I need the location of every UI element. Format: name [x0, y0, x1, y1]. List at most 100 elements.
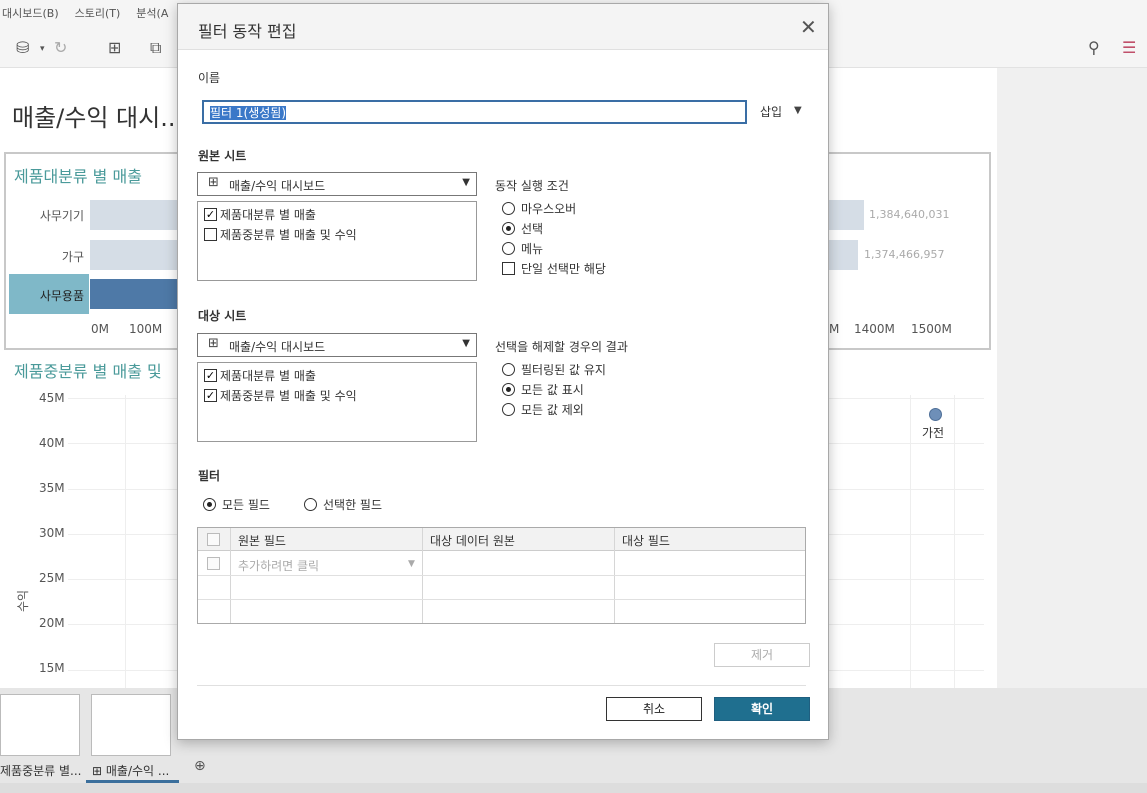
- checkbox-checked[interactable]: ✓: [204, 369, 217, 382]
- target-item-2[interactable]: ✓ 제품중분류 별 매출 및 수익: [204, 387, 357, 404]
- option-label: 선택한 필드: [323, 498, 383, 512]
- clear-selection-label: 선택을 해제할 경우의 결과: [495, 340, 628, 354]
- y-tick: 45M: [39, 391, 65, 405]
- source-item-label: 제품대분류 별 매출: [220, 208, 316, 222]
- x-tick: 1500M: [911, 322, 952, 336]
- cancel-button[interactable]: 취소: [606, 697, 702, 721]
- dashboard-tab-label[interactable]: ⊞ 매출/수익 ...: [92, 762, 169, 779]
- source-sheet-select[interactable]: ⊞ 매출/수익 대시보드 ▼: [197, 172, 477, 196]
- target-item-1[interactable]: ✓ 제품대분류 별 매출: [204, 367, 316, 384]
- name-value: 필터 1(생성됨): [210, 106, 287, 120]
- option-label: 모든 값 표시: [521, 383, 584, 397]
- header-target-datasource: 대상 데이터 원본: [430, 534, 515, 548]
- bar-label-office-machines: 사무기기: [39, 209, 84, 223]
- chevron-down-icon: ▼: [462, 177, 470, 188]
- target-sheet-list: ✓ 제품대분류 별 매출 ✓ 제품중분류 별 매출 및 수익: [197, 362, 477, 442]
- filter-section-label: 필터: [198, 469, 221, 483]
- option-label: 메뉴: [521, 242, 544, 256]
- bar-value-office-machines: 1,384,640,031: [869, 208, 950, 221]
- option-label: 필터링된 값 유지: [521, 363, 606, 377]
- checkbox-checked[interactable]: ✓: [204, 208, 217, 221]
- target-sheet-label: 대상 시트: [198, 309, 247, 323]
- radio-button-selected[interactable]: [502, 383, 515, 396]
- gridline: [910, 395, 911, 688]
- filter-selected-fields[interactable]: 선택한 필드: [304, 496, 382, 513]
- clear-show-all[interactable]: 모든 값 표시: [502, 381, 584, 398]
- menu-analysis[interactable]: 분석(A: [136, 5, 168, 21]
- zone1-title: 제품대분류 별 매출: [14, 167, 142, 186]
- checkbox-unchecked[interactable]: [502, 262, 515, 275]
- header-source-field: 원본 필드: [238, 534, 286, 548]
- chevron-down-icon[interactable]: ▾: [40, 44, 45, 54]
- grid-row-divider: [198, 599, 805, 600]
- radio-button[interactable]: [502, 242, 515, 255]
- y-tick: 15M: [39, 661, 65, 675]
- target-sheet-select[interactable]: ⊞ 매출/수익 대시보드 ▼: [197, 333, 477, 357]
- radio-button-selected[interactable]: [502, 222, 515, 235]
- source-sheet-value: 매출/수익 대시보드: [229, 179, 326, 193]
- y-tick: 25M: [39, 571, 65, 585]
- menu-dashboard[interactable]: 대시보드(B): [2, 5, 59, 21]
- datasource-icon[interactable]: ⛁: [16, 38, 29, 57]
- menu-story[interactable]: 스토리(T): [75, 5, 121, 21]
- source-sheet-list: ✓ 제품대분류 별 매출 제품중분류 별 매출 및 수익: [197, 201, 477, 281]
- grid-row-divider: [198, 575, 805, 576]
- radio-button[interactable]: [502, 202, 515, 215]
- source-item-1[interactable]: ✓ 제품대분류 별 매출: [204, 206, 316, 223]
- new-dashboard-icon[interactable]: ⊕: [194, 758, 206, 774]
- header-target-field: 대상 필드: [622, 534, 670, 548]
- insert-button[interactable]: 삽입: [760, 103, 782, 120]
- name-input[interactable]: 필터 1(생성됨): [202, 100, 747, 124]
- bar-office-supplies[interactable]: [90, 279, 178, 309]
- gridline: [125, 395, 126, 688]
- select-all-checkbox[interactable]: [207, 533, 220, 546]
- refresh-icon[interactable]: ↻: [54, 38, 67, 57]
- clear-keep-filtered[interactable]: 필터링된 값 유지: [502, 361, 606, 378]
- y-tick: 40M: [39, 436, 65, 450]
- source-item-label: 제품중분류 별 매출 및 수익: [220, 228, 357, 242]
- target-item-label: 제품중분류 별 매출 및 수익: [220, 389, 357, 403]
- radio-button-selected[interactable]: [203, 498, 216, 511]
- run-on-hover[interactable]: 마우스오버: [502, 200, 576, 217]
- radio-button[interactable]: [304, 498, 317, 511]
- zone2-title: 제품중분류 별 매출 및: [14, 362, 162, 381]
- add-field-placeholder[interactable]: 추가하려면 클릭: [238, 557, 319, 574]
- radio-button[interactable]: [502, 403, 515, 416]
- duplicate-icon[interactable]: ⧉: [150, 38, 161, 58]
- ok-button[interactable]: 확인: [714, 697, 810, 721]
- name-label: 이름: [198, 71, 221, 85]
- source-item-2[interactable]: 제품중분류 별 매출 및 수익: [204, 226, 357, 243]
- clear-exclude-all[interactable]: 모든 값 제외: [502, 401, 584, 418]
- x-tick: 0M: [91, 322, 109, 336]
- radio-button[interactable]: [502, 363, 515, 376]
- sheet-tab-label[interactable]: 제품중분류 별...: [0, 762, 82, 779]
- scatter-point[interactable]: [929, 408, 942, 421]
- x-tick: 1400M: [854, 322, 895, 336]
- checkbox-unchecked[interactable]: [204, 228, 217, 241]
- dashboard-thumbnail[interactable]: [91, 694, 171, 756]
- new-sheet-icon[interactable]: ⊞: [108, 38, 121, 57]
- source-sheet-label: 원본 시트: [198, 149, 247, 163]
- scatter-point-label: 가전: [922, 426, 945, 440]
- show-me-icon[interactable]: ☰: [1122, 38, 1136, 57]
- chevron-down-icon[interactable]: ▼: [794, 105, 802, 116]
- chevron-down-icon: ▼: [462, 338, 470, 349]
- y-axis-label: 수익: [16, 589, 30, 612]
- format-paint-icon[interactable]: ⚲: [1088, 38, 1100, 57]
- dashboard-icon: ⊞: [208, 336, 219, 351]
- status-bar: [0, 783, 1147, 793]
- canvas-margin: [997, 68, 1147, 688]
- run-on-select[interactable]: 선택: [502, 220, 543, 237]
- bar-label-office-supplies: 사무용품: [39, 289, 84, 303]
- checkbox-checked[interactable]: ✓: [204, 389, 217, 402]
- run-on-menu[interactable]: 메뉴: [502, 240, 543, 257]
- chevron-down-icon[interactable]: ▼: [408, 559, 415, 569]
- remove-button[interactable]: 제거: [714, 643, 810, 667]
- single-select-option[interactable]: 단일 선택만 해당: [502, 260, 606, 277]
- bar-label-furniture: 가구: [61, 250, 84, 264]
- dashboard-tab-text: 매출/수익 ...: [105, 764, 170, 778]
- filter-all-fields[interactable]: 모든 필드: [203, 496, 270, 513]
- close-icon[interactable]: ✕: [800, 15, 817, 39]
- sheet-thumbnail[interactable]: [0, 694, 80, 756]
- row-checkbox[interactable]: [207, 557, 220, 570]
